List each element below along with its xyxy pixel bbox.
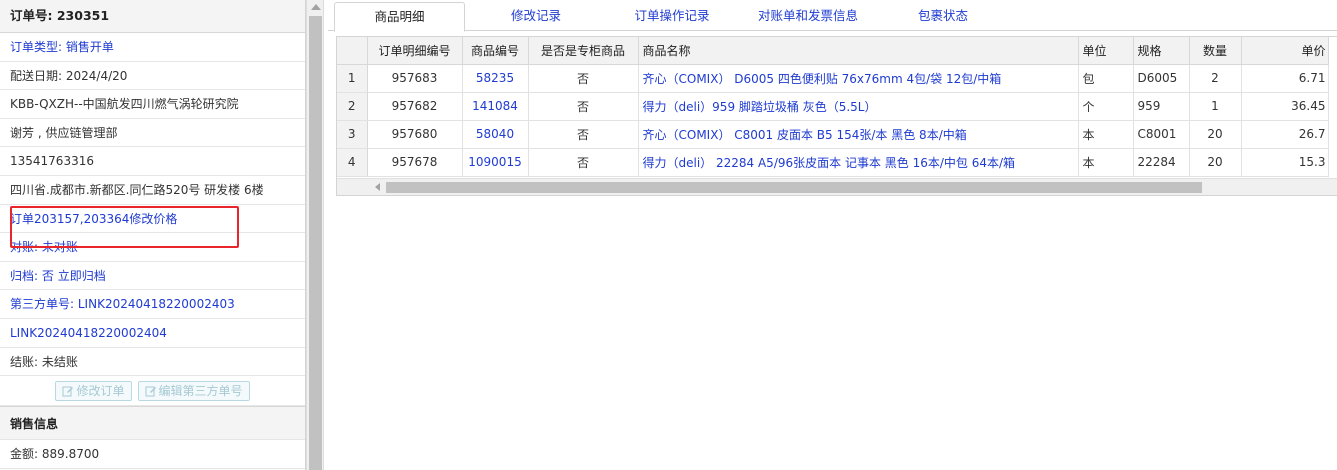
scroll-up-icon[interactable] [311,4,321,10]
third-party-row: 第三方单号: LINK20240418220002403 [0,290,305,319]
delivery-date: 配送日期: 2024/4/20 [0,62,305,91]
row-number-header [337,37,368,65]
tab-bar: 商品明细 修改记录 订单操作记录 对账单和发票信息 包裹状态 [328,0,1337,32]
tab-statement-invoice[interactable]: 对账单和发票信息 [738,2,878,31]
product-name-link[interactable]: 齐心（COMIX） C8001 皮面本 B5 154张/本 黑色 8本/中箱 [638,120,1079,149]
order-action-buttons: 修改订单 编辑第三方单号 [0,376,305,407]
edit-third-party-button[interactable]: 编辑第三方单号 [137,380,250,401]
row-number: 2 [337,92,368,121]
left-panel-scrollbar[interactable] [306,0,324,470]
unit-cell: 包 [1078,64,1134,93]
table-header-row: 订单明细编号 商品编号 是否是专柜商品 商品名称 单位 规格 数量 单价 [337,37,1329,65]
product-table: 订单明细编号 商品编号 是否是专柜商品 商品名称 单位 规格 数量 单价 1 9… [337,37,1329,177]
edit-third-party-label: 编辑第三方单号 [158,384,243,399]
sku-link[interactable]: 58040 [462,120,529,149]
contact-phone: 13541763316 [0,147,305,176]
column-header[interactable]: 商品编号 [462,37,529,65]
tab-package-status[interactable]: 包裹状态 [888,2,998,31]
price-cell: 26.7 [1241,120,1329,149]
qty-cell: 20 [1189,148,1242,177]
order-info-panel: 订单号: 230351 订单类型: 销售开单 配送日期: 2024/4/20 K… [0,0,306,470]
customer-name: KBB-QXZH--中国航发四川燃气涡轮研究院 [0,90,305,119]
modify-order-label: 修改订单 [76,384,125,399]
column-header[interactable]: 单位 [1078,37,1134,65]
modify-order-button[interactable]: 修改订单 [55,380,132,401]
counter-cell: 否 [528,148,639,177]
edit-icon [145,386,156,397]
order-type-value: 销售开单 [65,40,114,54]
product-name-link[interactable]: 得力（deli）959 脚踏垃圾桶 灰色（5.5L） [638,92,1079,121]
column-header[interactable]: 单价 [1241,37,1329,65]
price-cell: 36.45 [1241,92,1329,121]
order-type-row: 订单类型: 销售开单 [0,33,305,62]
product-detail-grid: 订单明细编号 商品编号 是否是专柜商品 商品名称 单位 规格 数量 单价 1 9… [336,36,1337,196]
sales-amount: 金额: 889.8700 [0,440,305,469]
order-number-title: 订单号: 230351 [0,0,305,33]
detail-panel: 商品明细 修改记录 订单操作记录 对账单和发票信息 包裹状态 订单明细编号 商品… [328,0,1337,470]
scrollbar-thumb[interactable] [309,16,322,470]
product-name-link[interactable]: 得力（deli） 22284 A5/96张皮面本 记事本 黑色 16本/中包 6… [638,148,1079,177]
spec-cell: 959 [1133,92,1190,121]
table-row[interactable]: 1 957683 58235 否 齐心（COMIX） D6005 四色便利贴 7… [337,64,1329,93]
scroll-left-icon[interactable] [375,183,380,191]
archive-row: 归档: 否 立即归档 [0,262,305,291]
price-cell: 15.3 [1241,148,1329,177]
table-row[interactable]: 4 957678 1090015 否 得力（deli） 22284 A5/96张… [337,148,1329,177]
spec-cell: D6005 [1133,64,1190,93]
sales-info-title: 销售信息 [0,406,305,441]
archive-now-link[interactable]: 立即归档 [58,269,106,283]
column-header[interactable]: 数量 [1189,37,1242,65]
detail-id-cell: 957683 [367,64,463,93]
detail-id-cell: 957682 [367,92,463,121]
qty-cell: 1 [1189,92,1242,121]
price-cell: 6.71 [1241,64,1329,93]
order-note: 订单203157,203364修改价格 [0,205,305,234]
qty-cell: 2 [1189,64,1242,93]
row-number: 3 [337,120,368,149]
row-number: 1 [337,64,368,93]
third-party-label: 第三方单号: [10,297,75,312]
unit-cell: 个 [1078,92,1134,121]
row-number: 4 [337,148,368,177]
counter-cell: 否 [528,64,639,93]
archive-label: 归档: [10,268,39,283]
third-party-number-1: LINK20240418220002403 [77,297,235,312]
archive-value: 否 [41,268,54,283]
tab-operation-records[interactable]: 订单操作记录 [612,2,732,31]
settle-status: 结账: 未结账 [0,348,305,377]
column-header[interactable]: 是否是专柜商品 [528,37,639,65]
delivery-address: 四川省.成都市.新都区.同仁路520号 研发楼 6楼 [0,176,305,205]
detail-id-cell: 957678 [367,148,463,177]
order-type-label: 订单类型: [10,40,63,54]
column-header[interactable]: 订单明细编号 [367,37,463,65]
horizontal-scrollbar[interactable] [337,178,1337,195]
tab-product-details[interactable]: 商品明细 [334,2,465,32]
sku-link[interactable]: 141084 [462,92,529,121]
sku-link[interactable]: 1090015 [462,148,529,177]
reconcile-status: 对账: 未对账 [0,233,305,262]
counter-cell: 否 [528,120,639,149]
counter-cell: 否 [528,92,639,121]
column-header[interactable]: 商品名称 [638,37,1079,65]
qty-cell: 20 [1189,120,1242,149]
column-header[interactable]: 规格 [1133,37,1190,65]
table-row[interactable]: 2 957682 141084 否 得力（deli）959 脚踏垃圾桶 灰色（5… [337,92,1329,121]
table-row[interactable]: 3 957680 58040 否 齐心（COMIX） C8001 皮面本 B5 … [337,120,1329,149]
spec-cell: 22284 [1133,148,1190,177]
contact-person: 谢芳 , 供应链管理部 [0,119,305,148]
unit-cell: 本 [1078,148,1134,177]
tab-modify-records[interactable]: 修改记录 [476,2,596,31]
sku-link[interactable]: 58235 [462,64,529,93]
edit-icon [62,386,74,397]
third-party-number-2: LINK20240418220002404 [0,319,305,348]
unit-cell: 本 [1078,120,1134,149]
horizontal-scrollbar-thumb[interactable] [386,182,1202,193]
spec-cell: C8001 [1133,120,1190,149]
detail-id-cell: 957680 [367,120,463,149]
product-name-link[interactable]: 齐心（COMIX） D6005 四色便利贴 76x76mm 4包/袋 12包/中… [638,64,1079,93]
